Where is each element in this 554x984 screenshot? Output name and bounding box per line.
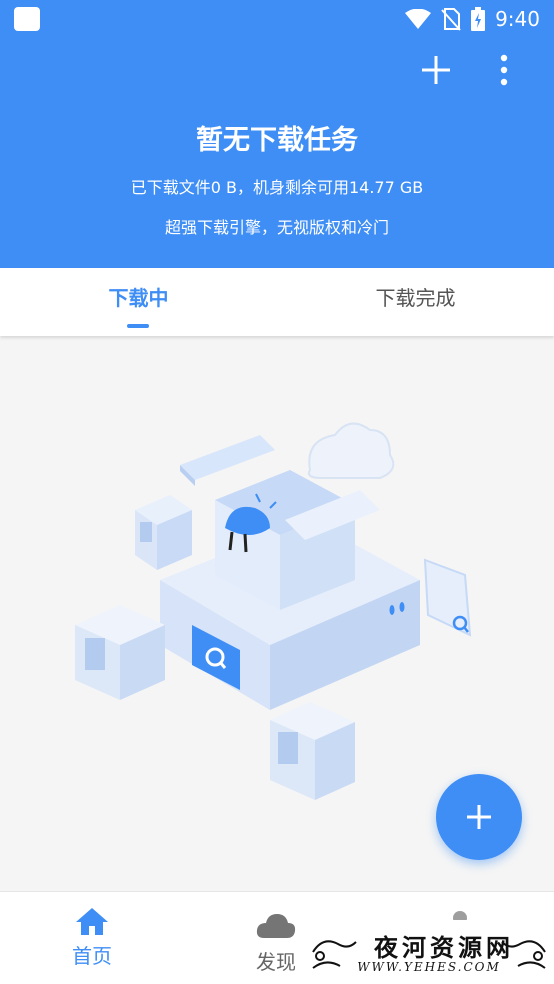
home-icon <box>76 908 108 935</box>
tab-bar: 下载中 下载完成 <box>0 268 554 336</box>
storage-info: 已下载文件0 B，机身剩余可用14.77 GB <box>130 178 424 197</box>
header: 9:40 暂无下载任务 已下载文件0 B，机身剩余可用14.77 GB 超强下载… <box>0 0 554 268</box>
status-time: 9:40 <box>495 7 540 31</box>
empty-state-illustration <box>75 422 472 800</box>
watermark-text: 夜河资源网 <box>374 933 514 962</box>
tab-indicator <box>127 324 149 328</box>
nav-label-home: 首页 <box>72 944 112 968</box>
add-task-button[interactable] <box>418 52 454 88</box>
no-sim-icon <box>441 8 461 31</box>
watermark: 夜河资源网 WWW.YEHES.COM <box>304 920 554 984</box>
ornament-right-icon <box>501 940 546 969</box>
nav-item-home[interactable]: 首页 <box>0 892 184 984</box>
status-icons: 9:40 <box>405 6 540 32</box>
tab-completed[interactable]: 下载完成 <box>277 268 554 336</box>
wifi-icon <box>405 9 432 29</box>
more-menu-icon[interactable] <box>492 52 516 88</box>
fab-add-button[interactable] <box>436 774 522 860</box>
battery-icon <box>471 7 486 31</box>
plus-icon <box>467 805 491 829</box>
page-title: 暂无下载任务 <box>196 125 358 156</box>
status-bar: 9:40 <box>0 0 554 40</box>
cloud-icon <box>256 914 296 938</box>
notification-icon <box>14 7 40 31</box>
slogan-text: 超强下载引擎，无视版权和冷门 <box>164 218 389 237</box>
